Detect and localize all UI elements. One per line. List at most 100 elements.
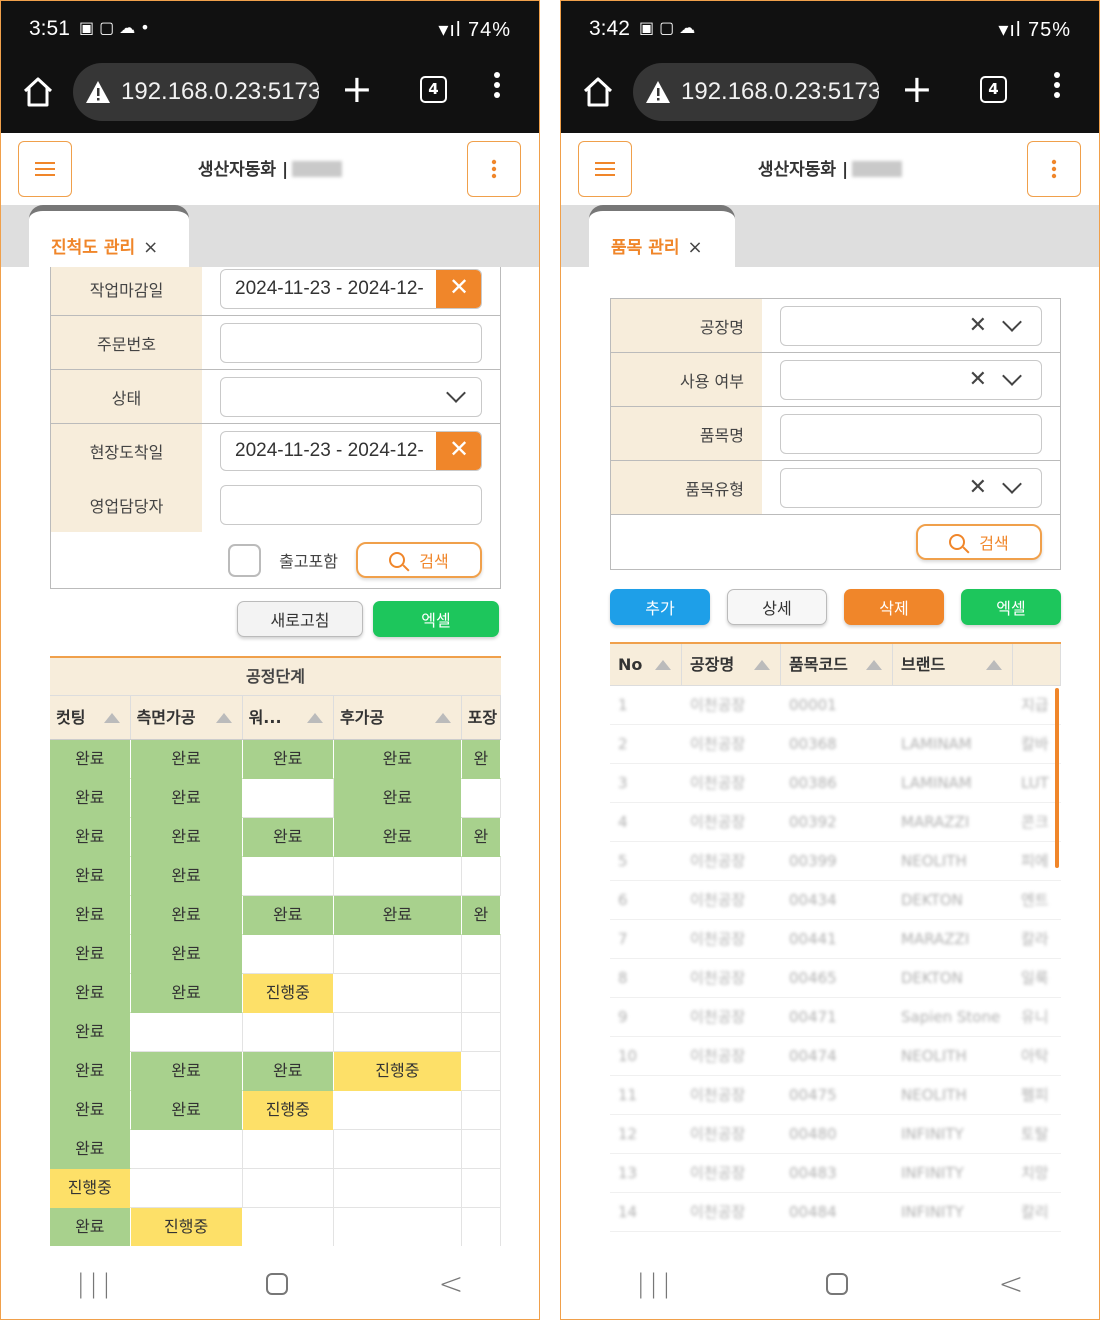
table-row[interactable]: 완료 완료 진행중 xyxy=(50,1091,501,1130)
tab-count-button[interactable]: 4 xyxy=(420,76,447,103)
tab-item-management[interactable]: 품목 관리 × xyxy=(589,205,735,267)
table-row[interactable]: 진행중 xyxy=(50,1169,501,1208)
table-row[interactable]: 완료 완료 xyxy=(50,857,501,896)
column-header[interactable]: 컷팅 xyxy=(50,696,131,739)
home-button-icon[interactable] xyxy=(825,1273,848,1295)
table-row[interactable]: 1 이천공장 00001 지급 xyxy=(610,686,1061,725)
table-row[interactable]: 3 이천공장 00386 LAMINAM LUT xyxy=(610,764,1061,803)
more-options-button[interactable] xyxy=(1027,141,1081,197)
table-row[interactable]: 완료 완료 진행중 xyxy=(50,974,501,1013)
table-row[interactable]: 6 이천공장 00434 DEKTON 엔트 xyxy=(610,881,1061,920)
column-header[interactable]: 품목코드 xyxy=(781,644,893,685)
table-row[interactable]: 2 이천공장 00368 LAMINAM 칼바 xyxy=(610,725,1061,764)
table-row[interactable]: 완료 완료 완료 xyxy=(50,779,501,818)
back-icon[interactable]: < xyxy=(998,1267,1023,1302)
recents-icon[interactable]: ||| xyxy=(76,1269,114,1299)
new-tab-icon[interactable]: + xyxy=(901,69,933,109)
column-header[interactable]: 측면가공 xyxy=(131,696,243,739)
home-button-icon[interactable] xyxy=(265,1273,288,1295)
form-row-use: 사용 여부 ✕ xyxy=(611,353,1060,407)
clear-icon[interactable]: ✕ xyxy=(969,475,987,500)
column-header[interactable]: 워... xyxy=(243,696,334,739)
delete-button[interactable]: 삭제 xyxy=(844,589,944,625)
url-bar[interactable]: 192.168.0.23:5173/ xyxy=(633,63,879,121)
column-header-label: 컷팅 xyxy=(56,708,86,727)
clear-icon[interactable]: ✕ xyxy=(969,313,987,338)
detail-button[interactable]: 상세 xyxy=(727,589,827,625)
new-tab-icon[interactable]: + xyxy=(341,69,373,109)
add-button[interactable]: 추가 xyxy=(610,589,710,625)
sort-asc-icon[interactable] xyxy=(866,660,882,670)
column-header[interactable]: 포장 xyxy=(462,696,501,739)
site-arrival-date-range[interactable]: 2024-11-23 - 2024-12- ✕ xyxy=(220,431,482,471)
table-row[interactable]: 14 이천공장 00484 INFINITY 칼리 xyxy=(610,1193,1061,1232)
item-type-select[interactable]: ✕ xyxy=(780,467,1042,508)
search-button[interactable]: 검색 xyxy=(916,524,1042,560)
sort-asc-icon[interactable] xyxy=(754,660,770,670)
table-row[interactable]: 9 이천공장 00471 Sapien Stone 유니 xyxy=(610,998,1061,1037)
grid-scrollbar[interactable] xyxy=(1055,688,1059,868)
clear-icon[interactable]: ✕ xyxy=(436,432,481,470)
home-icon[interactable] xyxy=(581,75,615,109)
sort-asc-icon[interactable] xyxy=(986,660,1002,670)
table-row[interactable]: 10 이천공장 00474 NEOLITH 아탁 xyxy=(610,1037,1061,1076)
refresh-button[interactable]: 새로고침 xyxy=(237,601,363,637)
table-cell: 완료 xyxy=(50,857,131,896)
sort-asc-icon[interactable] xyxy=(306,713,323,723)
table-row[interactable]: 완료 진행중 xyxy=(50,1208,501,1246)
table-row[interactable]: 완료 완료 완료 완료 완 xyxy=(50,818,501,857)
back-icon[interactable]: < xyxy=(438,1267,463,1302)
browser-menu-icon[interactable] xyxy=(494,72,502,102)
table-cell: 이천공장 xyxy=(690,852,746,870)
work-deadline-date-range[interactable]: 2024-11-23 - 2024-12- ✕ xyxy=(220,268,482,309)
use-select[interactable]: ✕ xyxy=(780,359,1042,400)
table-row[interactable]: 11 이천공장 00475 NEOLITH 펠피 xyxy=(610,1076,1061,1115)
home-icon[interactable] xyxy=(21,75,55,109)
sales-manager-input[interactable] xyxy=(220,485,482,525)
sort-asc-icon[interactable] xyxy=(434,713,451,723)
table-row[interactable]: 완료 완료 완료 진행중 xyxy=(50,1052,501,1091)
order-no-input[interactable] xyxy=(220,322,482,363)
status-select[interactable] xyxy=(220,376,482,417)
sort-asc-icon[interactable] xyxy=(655,660,671,670)
sort-asc-icon[interactable] xyxy=(215,713,232,723)
table-row[interactable]: 5 이천공장 00399 NEOLITH 피에 xyxy=(610,842,1061,881)
close-tab-icon[interactable]: × xyxy=(143,237,158,258)
column-header[interactable]: No xyxy=(610,644,682,685)
include-shipped-checkbox[interactable] xyxy=(228,543,262,577)
table-row[interactable]: 4 이천공장 00392 MARAZZI 콘크 xyxy=(610,803,1061,842)
system-icons: ▾ıl 74% xyxy=(438,17,511,42)
search-form: 공장명 ✕ 사용 여부 ✕ 품목명 품목유형 ✕ 검색 xyxy=(610,298,1061,570)
main-content: 공장명 ✕ 사용 여부 ✕ 품목명 품목유형 ✕ 검색 추가 상세 삭제 엑셀 … xyxy=(561,267,1099,1249)
table-row[interactable]: 완료 xyxy=(50,1013,501,1052)
table-row[interactable]: 12 이천공장 00480 INFINITY 토탈 xyxy=(610,1115,1061,1154)
excel-button[interactable]: 엑셀 xyxy=(373,601,499,637)
excel-button[interactable]: 엑셀 xyxy=(961,589,1061,625)
search-button[interactable]: 검색 xyxy=(356,542,482,578)
table-row[interactable]: 완료 완료 완료 완료 완 xyxy=(50,740,501,779)
clear-icon[interactable]: ✕ xyxy=(436,269,481,308)
recents-icon[interactable]: ||| xyxy=(636,1269,674,1299)
table-row[interactable]: 13 이천공장 00483 INFINITY 치망 xyxy=(610,1154,1061,1193)
table-row[interactable]: 완료 xyxy=(50,1130,501,1169)
app-header: 생산자동화 | xyxy=(561,133,1099,205)
browser-menu-icon[interactable] xyxy=(1054,72,1062,102)
tab-count-button[interactable]: 4 xyxy=(980,76,1007,103)
more-options-button[interactable] xyxy=(467,141,521,197)
column-header[interactable]: 공장명 xyxy=(682,644,781,685)
item-name-input[interactable] xyxy=(780,413,1042,454)
table-row[interactable]: 8 이천공장 00465 DEKTON 일룩 xyxy=(610,959,1061,998)
table-row[interactable]: 7 이천공장 00441 MARAZZI 칼라 xyxy=(610,920,1061,959)
table-cell xyxy=(461,857,501,896)
column-header[interactable]: 브랜드 xyxy=(893,644,1013,685)
table-row[interactable]: 완료 완료 xyxy=(50,935,501,974)
factory-select[interactable]: ✕ xyxy=(780,305,1042,346)
sort-asc-icon[interactable] xyxy=(103,713,120,723)
tab-progress-management[interactable]: 진척도 관리 × xyxy=(29,205,189,267)
column-header[interactable]: 후가공 xyxy=(334,696,462,739)
url-bar[interactable]: 192.168.0.23:5173/ xyxy=(73,63,319,121)
close-tab-icon[interactable]: × xyxy=(687,237,702,258)
column-header[interactable] xyxy=(1013,644,1061,685)
clear-icon[interactable]: ✕ xyxy=(969,367,987,392)
table-row[interactable]: 완료 완료 완료 완료 완 xyxy=(50,896,501,935)
